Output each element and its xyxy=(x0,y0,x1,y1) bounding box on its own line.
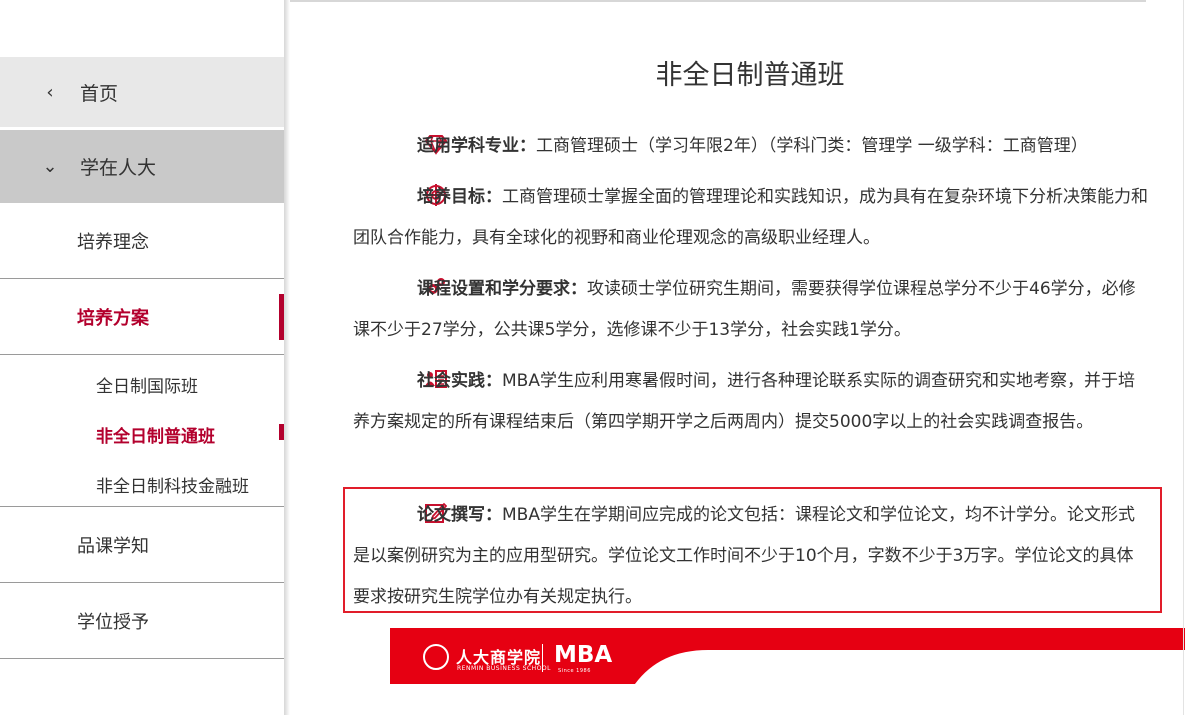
section-heading: 社会实践： xyxy=(417,371,502,391)
top-divider xyxy=(290,0,1146,2)
scrollbar-edge xyxy=(1183,0,1184,715)
section-goal: 培养目标：工商管理硕士掌握全面的管理理论和实践知识，成为具有在复杂环境下分析决策… xyxy=(353,177,1148,259)
chevron-left-icon: ‹ xyxy=(46,81,54,103)
section-heading: 课程设置和学分要求： xyxy=(417,279,587,299)
school-name-en: RENMIN BUSINESS SCHOOL xyxy=(457,665,551,672)
sidebar-item-label: 品课学知 xyxy=(77,536,149,557)
section-text: 工商管理硕士（学习年限2年）（学科门类：管理学 一级学科：工商管理） xyxy=(536,136,1088,156)
logo-divider xyxy=(542,644,543,672)
page: ‹ 首页 ⌄ 学在人大 培养理念 培养方案 全日制国际班 非全日制普通班 非全日… xyxy=(0,0,1191,715)
footer-banner: 人大商学院 RENMIN BUSINESS SCHOOL MBA Since 1… xyxy=(390,628,1185,684)
edit-icon xyxy=(389,499,448,523)
program-since: Since 1986 xyxy=(558,668,591,674)
sidebar-item-courses[interactable]: 品课学知 xyxy=(0,508,284,583)
sidebar-home-label: 首页 xyxy=(80,82,119,105)
user-list-icon xyxy=(389,365,447,388)
section-courses: 课程设置和学分要求：攻读硕士学位研究生期间，需要获得学位课程总学分不少于46学分… xyxy=(353,269,1148,351)
sidebar: ‹ 首页 ⌄ 学在人大 培养理念 培养方案 全日制国际班 非全日制普通班 非全日… xyxy=(0,0,284,715)
section-heading: 培养目标： xyxy=(417,187,502,207)
sidebar-item-philosophy[interactable]: 培养理念 xyxy=(0,204,284,279)
gears-icon xyxy=(389,273,445,295)
sidebar-sub-group: 全日制国际班 非全日制普通班 非全日制科技金融班 xyxy=(0,355,284,507)
section-discipline: 适用学科专业：工商管理硕士（学习年限2年）（学科门类：管理学 一级学科：工商管理… xyxy=(353,126,1148,167)
section-thesis: 论文撰写：MBA学生在学期间应完成的论文包括：课程论文和学位论文，均不计学分。论… xyxy=(353,495,1148,618)
sidebar-sub-item-parttime-fintech[interactable]: 非全日制科技金融班 xyxy=(96,472,249,497)
sidebar-shadow xyxy=(284,0,290,715)
sidebar-item-degree[interactable]: 学位授予 xyxy=(0,584,284,659)
school-logo-icon xyxy=(423,644,449,670)
section-practice: 社会实践：MBA学生应利用寒暑假时间，进行各种理论联系实际的调查研究和实地考察，… xyxy=(353,361,1148,443)
sidebar-home[interactable]: ‹ 首页 xyxy=(0,57,284,127)
chevron-down-icon: ⌄ xyxy=(42,156,58,177)
section-heading: 论文撰写： xyxy=(417,505,502,525)
sidebar-sub-item-fulltime-international[interactable]: 全日制国际班 xyxy=(96,372,198,397)
section-heading: 适用学科专业： xyxy=(417,136,536,156)
sidebar-section-learn[interactable]: ⌄ 学在人大 xyxy=(0,130,284,203)
sidebar-item-training-plan[interactable]: 培养方案 xyxy=(0,280,284,355)
target-icon xyxy=(389,181,447,206)
page-title: 非全日制普通班 xyxy=(655,60,845,91)
sidebar-section-label: 学在人大 xyxy=(80,157,157,179)
sidebar-item-label: 培养方案 xyxy=(77,308,149,329)
diamond-icon xyxy=(389,130,448,155)
sidebar-sub-item-parttime-regular[interactable]: 非全日制普通班 xyxy=(96,422,215,447)
program-name: MBA xyxy=(554,642,613,668)
sidebar-item-label: 培养理念 xyxy=(77,232,149,253)
sidebar-item-label: 学位授予 xyxy=(77,612,149,633)
